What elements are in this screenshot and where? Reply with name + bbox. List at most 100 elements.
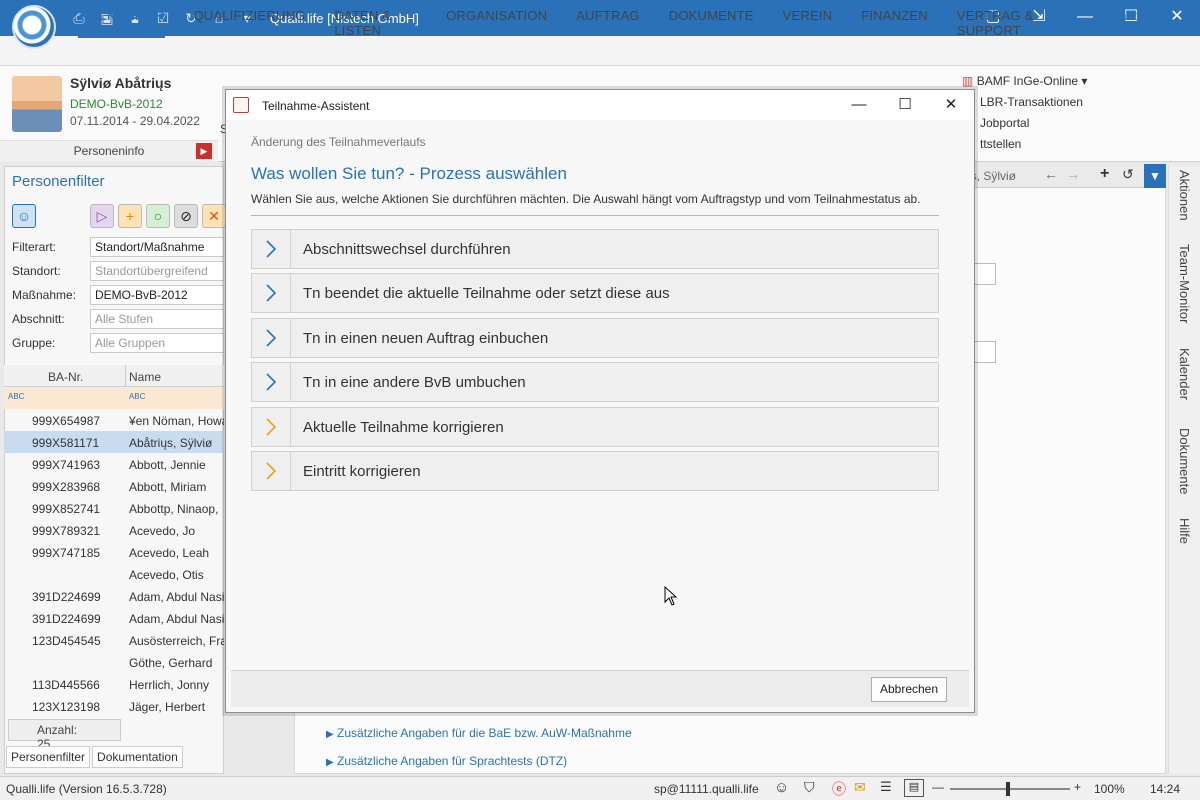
menu-finanzen[interactable]: FINANZEN bbox=[861, 8, 928, 38]
tab-dokumentation[interactable]: Dokumentation bbox=[92, 746, 183, 768]
process-option[interactable]: Abschnittswechsel durchführen bbox=[251, 229, 939, 269]
name-cell: Abbott, Jennie bbox=[129, 458, 206, 472]
grid-filter-row[interactable]: ABC ABC bbox=[4, 387, 224, 409]
menu-organisation[interactable]: ORGANISATION bbox=[446, 8, 547, 38]
table-row[interactable]: 999X654987 ¥en Nöman, Howa bbox=[4, 409, 224, 431]
side-tabs: Aktionen Team-Monitor Kalender Dokumente… bbox=[1168, 166, 1200, 774]
table-row[interactable]: 999X283968 Abbott, Miriam bbox=[4, 475, 224, 497]
e-icon[interactable]: ⓔ bbox=[832, 779, 846, 799]
option-label: Abschnittswechsel durchführen bbox=[303, 241, 511, 258]
table-row[interactable]: 391D224699 Adam, Abdul Nasi bbox=[4, 585, 224, 607]
undo-icon[interactable]: ↺ bbox=[1122, 166, 1134, 183]
process-option[interactable]: Eintritt korrigieren bbox=[251, 451, 939, 491]
add-icon[interactable]: + bbox=[1100, 165, 1109, 183]
side-tab-dokumente[interactable]: Dokumente bbox=[1177, 428, 1192, 494]
table-row[interactable]: 123D454545 Ausösterreich, Fra bbox=[4, 629, 224, 651]
table-row[interactable]: 123X123198 Jäger, Herbert bbox=[4, 695, 224, 717]
back-arrow-icon[interactable]: ← bbox=[1044, 166, 1058, 182]
name-cell: Acevedo, Jo bbox=[129, 524, 196, 538]
menu-auftrag[interactable]: AUFTRAG bbox=[576, 8, 640, 38]
abschnitt-select[interactable]: Alle Stufen bbox=[90, 309, 224, 329]
menu-teilnehmer[interactable]: TEILNEHMER bbox=[78, 8, 165, 38]
menu-verein[interactable]: VEREIN bbox=[783, 8, 833, 38]
process-option[interactable]: Tn beendet die aktuelle Teilnahme oder s… bbox=[251, 273, 939, 314]
process-option[interactable]: Tn in eine andere BvB umbuchen bbox=[251, 362, 939, 403]
tab-personenfilter[interactable]: Personenfilter bbox=[6, 746, 91, 768]
col-ba-nr[interactable]: BA-Nr. bbox=[48, 370, 83, 384]
menu-dokumente[interactable]: DOKUMENTE bbox=[669, 8, 754, 38]
zoom-out-icon[interactable]: — bbox=[932, 780, 944, 794]
table-row[interactable]: Acevedo, Otis bbox=[4, 563, 224, 585]
assistant-icon bbox=[233, 97, 249, 113]
lbr-transaktionen[interactable]: LBR-Transaktionen bbox=[962, 95, 1087, 109]
circle-filter-icon[interactable]: ○ bbox=[146, 204, 170, 228]
table-row[interactable]: 999X741963 Abbott, Jennie bbox=[4, 453, 224, 475]
avatar bbox=[12, 76, 62, 132]
person-icon[interactable]: ☺ bbox=[12, 204, 36, 228]
side-tab-hilfe[interactable]: Hilfe bbox=[1177, 518, 1192, 544]
process-option[interactable]: Aktuelle Teilnahme korrigieren bbox=[251, 406, 939, 447]
play-filter-icon[interactable]: ▷ bbox=[90, 204, 114, 228]
dialog-minimize-button[interactable]: — bbox=[836, 90, 882, 120]
link-bae-auw[interactable]: ▶ Zusätzliche Angaben für die BaE bzw. A… bbox=[326, 726, 632, 740]
table-row[interactable]: 999X747185 Acevedo, Leah bbox=[4, 541, 224, 563]
version-label: Qualli.life (Version 16.5.3.728) bbox=[6, 782, 167, 796]
text-filter-icon: ABC bbox=[8, 392, 25, 401]
option-label: Tn in einen neuen Auftrag einbuchen bbox=[303, 329, 549, 347]
chevron-right-icon bbox=[252, 363, 291, 402]
ba-nr-cell: 113D445566 bbox=[32, 678, 100, 692]
person-name: Sÿlviø Abåtriųs bbox=[70, 75, 172, 91]
play-icon[interactable]: ▶ bbox=[196, 143, 212, 159]
plus-filter-icon[interactable]: + bbox=[118, 204, 142, 228]
side-tab-kalender[interactable]: Kalender bbox=[1177, 348, 1192, 400]
chevron-down-icon[interactable]: ▼ bbox=[1144, 164, 1166, 188]
ttstellen[interactable]: ttstellen bbox=[962, 137, 1087, 151]
grid-header: BA-Nr. Name bbox=[4, 365, 224, 387]
dialog-close-button[interactable]: ✕ bbox=[928, 90, 974, 120]
zoom-slider[interactable] bbox=[950, 788, 1070, 790]
menu-vertrag-support[interactable]: VERTRAG & SUPPORT bbox=[957, 8, 1068, 38]
blocked-filter-icon[interactable]: ⊘ bbox=[174, 204, 198, 228]
link-sprachtests[interactable]: ▶ Zusätzliche Angaben für Sprachtests (D… bbox=[326, 754, 567, 768]
app-logo-icon[interactable] bbox=[12, 5, 56, 49]
name-cell: Abbottp, Ninaop, bbox=[129, 502, 219, 516]
table-row[interactable]: Göthe, Gerhard bbox=[4, 651, 224, 673]
jobportal[interactable]: Jobportal bbox=[962, 116, 1087, 130]
chevron-right-icon bbox=[252, 274, 291, 313]
side-tab-aktionen[interactable]: Aktionen bbox=[1177, 170, 1192, 221]
side-tab-team-monitor[interactable]: Team-Monitor bbox=[1177, 244, 1192, 323]
dialog-maximize-button[interactable]: ☐ bbox=[882, 90, 928, 120]
left-tabs: Personenfilter Dokumentation bbox=[6, 746, 185, 768]
shield-icon[interactable]: ⛉ bbox=[804, 779, 815, 796]
ba-nr-cell: 999X789321 bbox=[32, 524, 101, 538]
menu-zusatzdaten[interactable]: Zusatzdaten bbox=[1097, 8, 1171, 38]
table-icon[interactable]: ▤ bbox=[904, 779, 924, 797]
cancel-button[interactable]: Abbrechen bbox=[871, 677, 947, 702]
mail-icon[interactable]: ✉ bbox=[854, 779, 866, 796]
zoom-in-icon[interactable]: + bbox=[1074, 780, 1081, 794]
table-row[interactable]: 113D445566 Herrlich, Jonny bbox=[4, 673, 224, 695]
bamf-inge-online[interactable]: ▥ BAMF InGe-Online ▾ bbox=[962, 74, 1087, 88]
dialog-title: Teilnahme-Assistent bbox=[262, 99, 370, 113]
process-option[interactable]: Tn in einen neuen Auftrag einbuchen bbox=[251, 317, 939, 358]
gruppe-select[interactable]: Alle Gruppen bbox=[90, 333, 224, 353]
menu-qualifizierung[interactable]: QUALIFIZIERUNG bbox=[194, 8, 306, 38]
user-icon[interactable]: ☺ bbox=[774, 779, 789, 796]
expand-icon: ▶ bbox=[326, 757, 334, 768]
name-cell: Adam, Abdul Nasi bbox=[129, 590, 224, 604]
table-row[interactable]: 391D224699 Adam, Abdul Nasi bbox=[4, 607, 224, 629]
chevron-down-icon: ▾ bbox=[1081, 74, 1088, 88]
massnahme-select[interactable]: DEMO-BvB-2012 bbox=[90, 285, 224, 305]
table-row[interactable]: 999X581171 Abåtriųs, Sÿlviø bbox=[4, 431, 224, 453]
menu-daten-listen[interactable]: DATEN & LISTEN bbox=[334, 8, 417, 38]
table-row[interactable]: 999X852741 Abbottp, Ninaop, bbox=[4, 497, 224, 519]
standort-select[interactable]: Standortübergreifend bbox=[90, 261, 224, 281]
wifi-icon[interactable]: ☰ bbox=[880, 779, 892, 795]
col-name[interactable]: Name bbox=[129, 370, 161, 384]
table-row[interactable]: 999X789321 Acevedo, Jo bbox=[4, 519, 224, 541]
zoom-slider-thumb[interactable] bbox=[1006, 782, 1010, 796]
ba-nr-cell: 999X741963 bbox=[32, 458, 101, 472]
filterart-select[interactable]: Standort/Maßnahme bbox=[90, 237, 224, 257]
main-menu: TEILNEHMER QUALIFIZIERUNG DATEN & LISTEN… bbox=[78, 8, 1200, 38]
forward-arrow-icon[interactable]: → bbox=[1066, 166, 1080, 182]
